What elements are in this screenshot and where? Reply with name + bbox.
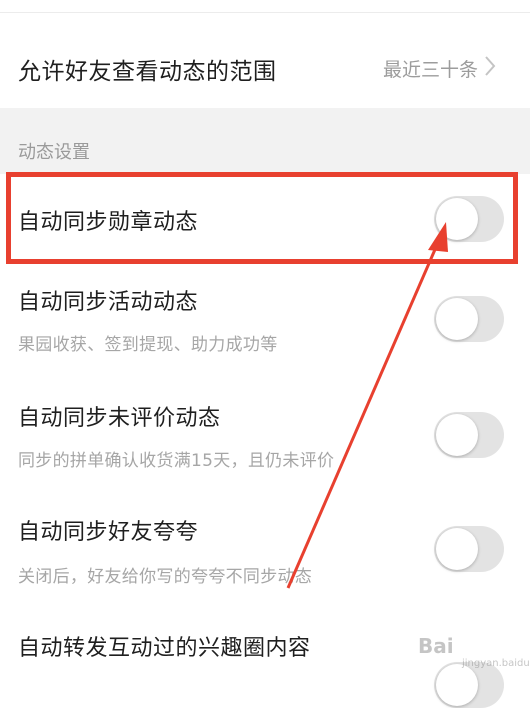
setting-title: 自动同步勋章动态 — [18, 210, 199, 235]
baidu-watermark: Bai jingyan.baidu.com — [412, 632, 530, 680]
setting-row-medal: 自动同步勋章动态 — [0, 174, 530, 268]
medal-sync-toggle[interactable] — [434, 196, 504, 242]
toggle-knob — [436, 198, 478, 240]
top-edge — [0, 0, 530, 13]
setting-title: 自动同步好友夸夸 — [18, 520, 199, 545]
activity-sync-toggle[interactable] — [434, 296, 504, 342]
setting-title: 自动同步未评价动态 — [18, 406, 221, 431]
setting-row-praise: 自动同步好友夸夸 关闭后，好友给你写的夸夸不同步动态 — [0, 492, 530, 604]
setting-subtitle: 关闭后，好友给你写的夸夸不同步动态 — [18, 567, 313, 587]
chevron-right-icon — [485, 56, 496, 76]
setting-row-activity: 自动同步活动动态 果园收获、签到提现、助力成功等 — [0, 268, 530, 380]
setting-subtitle: 同步的拼单确认收货满15天，且仍未评价 — [18, 451, 335, 471]
section-title: 动态设置 — [18, 142, 90, 163]
watermark-brand: Bai — [418, 634, 454, 658]
unreviewed-sync-toggle[interactable] — [434, 412, 504, 458]
setting-subtitle: 果园收获、签到提现、助力成功等 — [18, 335, 278, 355]
friend-range-row[interactable]: 允许好友查看动态的范围 最近三十条 — [0, 13, 530, 108]
setting-title: 自动同步活动动态 — [18, 290, 199, 315]
toggle-knob — [436, 528, 478, 570]
setting-title: 自动转发互动过的兴趣圈内容 — [18, 636, 311, 661]
setting-row-unreviewed: 自动同步未评价动态 同步的拼单确认收货满15天，且仍未评价 — [0, 380, 530, 492]
friend-range-value: 最近三十条 — [382, 59, 478, 81]
toggle-knob — [436, 414, 478, 456]
praise-sync-toggle[interactable] — [434, 526, 504, 572]
friend-range-label: 允许好友查看动态的范围 — [18, 59, 277, 85]
watermark-sub: jingyan.baidu.com — [462, 658, 530, 669]
section-header: 动态设置 — [0, 108, 530, 174]
toggle-knob — [436, 298, 478, 340]
